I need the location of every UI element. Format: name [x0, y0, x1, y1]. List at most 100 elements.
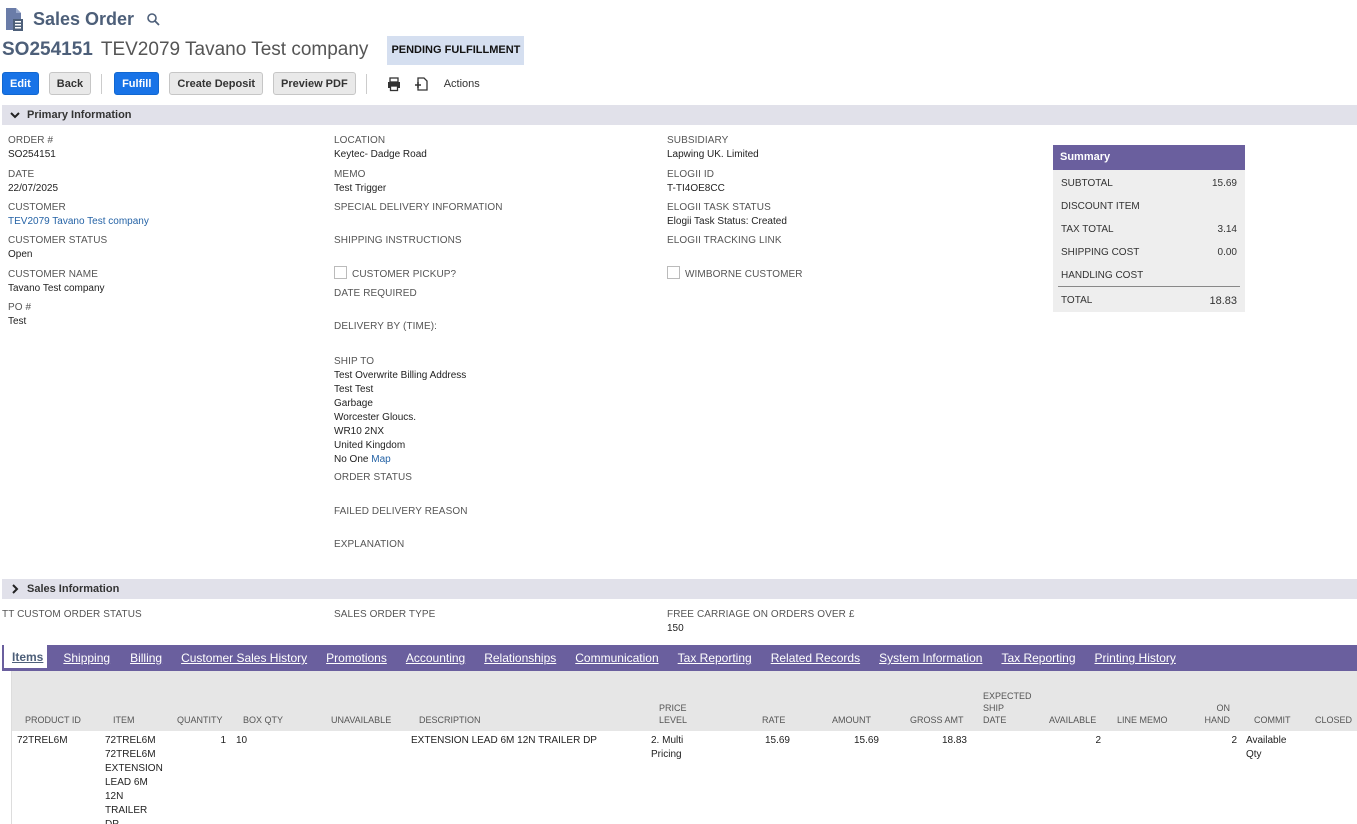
field-label: SUBSIDIARY — [667, 135, 729, 146]
primary-information-header[interactable]: Primary Information — [2, 105, 1357, 125]
column-header[interactable]: PRICE LEVEL — [659, 702, 687, 726]
order-number-field: ORDER # SO254151 — [8, 135, 56, 160]
field-value: 150 — [667, 623, 684, 634]
field-label: ELOGII ID — [667, 169, 715, 180]
column-header-line: HAND — [1204, 715, 1230, 725]
explanation-field: EXPLANATION — [334, 539, 404, 550]
cell-price-level: 2. Multi Pricing — [651, 734, 683, 762]
field-label: ORDER STATUS — [334, 472, 413, 483]
edit-button[interactable]: Edit — [2, 72, 39, 95]
search-icon[interactable] — [146, 12, 160, 26]
field-value: Lapwing UK. Limited — [667, 149, 759, 160]
ship-to-line: United Kingdom — [334, 440, 406, 451]
field-label: SPECIAL DELIVERY INFORMATION — [334, 202, 503, 213]
column-header[interactable]: QUANTITY — [177, 714, 223, 726]
field-value: Elogii Task Status: Created — [667, 216, 787, 227]
page-title: Sales Order — [33, 8, 135, 29]
tab-communication[interactable]: Communication — [575, 645, 667, 671]
tab-system-information[interactable]: System Information — [879, 645, 991, 671]
column-header[interactable]: BOX QTY — [243, 714, 283, 726]
cell-line: Available — [1246, 735, 1287, 746]
tab-shipping[interactable]: Shipping — [63, 645, 119, 671]
field-label: EXPLANATION — [334, 539, 405, 550]
fulfill-button[interactable]: Fulfill — [114, 72, 160, 95]
column-header[interactable]: LINE MEMO — [1117, 714, 1168, 726]
cell-rate: 15.69 — [764, 735, 790, 746]
create-deposit-button[interactable]: Create Deposit — [169, 72, 264, 95]
tab-tax-reporting-2[interactable]: Tax Reporting — [1001, 645, 1084, 671]
item-line: EXTENSION — [105, 763, 163, 774]
field-label: DATE — [8, 169, 35, 180]
field-label: WIMBORNE CUSTOMER — [685, 269, 803, 280]
column-header[interactable]: COMMIT — [1254, 714, 1291, 726]
tab-relationships[interactable]: Relationships — [484, 645, 565, 671]
column-header[interactable]: ON HAND — [1204, 702, 1230, 726]
summary-title: Summary — [1053, 145, 1245, 170]
new-document-icon[interactable] — [414, 76, 430, 92]
item-line: 72TREL6M — [105, 749, 156, 760]
column-header[interactable]: GROSS AMT — [910, 714, 964, 726]
summary-label: DISCOUNT ITEM — [1061, 201, 1140, 212]
wimborne-customer-checkbox[interactable] — [667, 266, 680, 279]
cell-item-link[interactable]: 72TREL6M 72TREL6M EXTENSION LEAD 6M 12N … — [105, 734, 163, 824]
tab-items[interactable]: Items — [4, 645, 48, 671]
back-button[interactable]: Back — [48, 72, 92, 95]
elogii-id-field: ELOGII ID T-TI4OE8CC — [667, 169, 725, 194]
field-label: LOCATION — [334, 135, 386, 146]
status-badge: PENDING FULFILLMENT — [387, 35, 525, 65]
column-header-line: SHIP — [983, 703, 1005, 713]
column-header[interactable]: ITEM — [113, 714, 135, 726]
elogii-task-status-field: ELOGII TASK STATUS Elogii Task Status: C… — [667, 202, 787, 227]
print-icon[interactable] — [386, 76, 402, 92]
toolbar-divider — [365, 73, 367, 94]
column-header[interactable]: AMOUNT — [832, 714, 871, 726]
date-required-field: DATE REQUIRED — [334, 288, 417, 299]
field-label: TT CUSTOM ORDER STATUS — [2, 609, 142, 620]
delivery-by-field: DELIVERY BY (TIME): — [334, 321, 437, 332]
field-value: Keytec- Dadge Road — [334, 149, 427, 160]
failed-delivery-reason-field: FAILED DELIVERY REASON — [334, 506, 468, 517]
field-label: ELOGII TRACKING LINK — [667, 235, 782, 246]
sales-order-type-field: SALES ORDER TYPE — [334, 609, 435, 620]
tab-related-records[interactable]: Related Records — [771, 645, 869, 671]
tab-printing-history[interactable]: Printing History — [1095, 645, 1185, 671]
field-value: Test — [8, 316, 27, 327]
column-header[interactable]: UNAVAILABLE — [331, 714, 391, 726]
preview-pdf-button[interactable]: Preview PDF — [273, 72, 356, 95]
items-table-header: PRODUCT ID ITEM QUANTITY BOX QTY UNAVAIL… — [12, 671, 1357, 731]
ship-to-line: No One Map — [334, 453, 466, 467]
ship-to-line: Test Overwrite Billing Address — [334, 370, 467, 381]
column-header[interactable]: DESCRIPTION — [419, 714, 481, 726]
item-line: TRAILER — [105, 805, 148, 816]
sales-information-header[interactable]: Sales Information — [2, 579, 1357, 599]
cell-description: EXTENSION LEAD 6M 12N TRAILER DP — [411, 735, 597, 746]
field-label: CUSTOMER PICKUP? — [352, 269, 457, 280]
tab-billing[interactable]: Billing — [130, 645, 171, 671]
customer-pickup-checkbox[interactable] — [334, 266, 347, 279]
column-header[interactable]: CLOSED — [1315, 714, 1352, 726]
summary-label: SUBTOTAL — [1061, 178, 1113, 189]
map-link[interactable]: Map — [371, 454, 390, 465]
field-label: FAILED DELIVERY REASON — [334, 506, 468, 517]
column-header[interactable]: RATE — [762, 714, 785, 726]
tab-accounting[interactable]: Accounting — [406, 645, 474, 671]
field-label: DELIVERY BY (TIME): — [334, 321, 438, 332]
shipping-instructions-field: SHIPPING INSTRUCTIONS — [334, 235, 462, 246]
item-line: 12N — [105, 791, 124, 802]
ship-to-line: WR10 2NX — [334, 426, 385, 437]
column-header-line: DATE — [983, 715, 1007, 725]
po-field: PO # Test — [8, 302, 31, 327]
actions-menu[interactable]: Actions — [444, 78, 480, 90]
location-field: LOCATION Keytec- Dadge Road — [334, 135, 427, 160]
tab-tax-reporting[interactable]: Tax Reporting — [678, 645, 761, 671]
customer-link[interactable]: TEV2079 Tavano Test company — [8, 216, 149, 227]
tab-promotions[interactable]: Promotions — [326, 645, 396, 671]
tab-customer-sales-history[interactable]: Customer Sales History — [181, 645, 316, 671]
column-header[interactable]: PRODUCT ID — [25, 714, 81, 726]
field-value: 22/07/2025 — [8, 183, 59, 194]
ship-to-line: Garbage — [334, 398, 373, 409]
wimborne-customer-checkbox-field: WIMBORNE CUSTOMER — [667, 265, 803, 280]
column-header[interactable]: EXPECTED SHIP DATE — [983, 690, 1032, 726]
column-header[interactable]: AVAILABLE — [1049, 714, 1096, 726]
field-value: Tavano Test company — [8, 283, 105, 294]
